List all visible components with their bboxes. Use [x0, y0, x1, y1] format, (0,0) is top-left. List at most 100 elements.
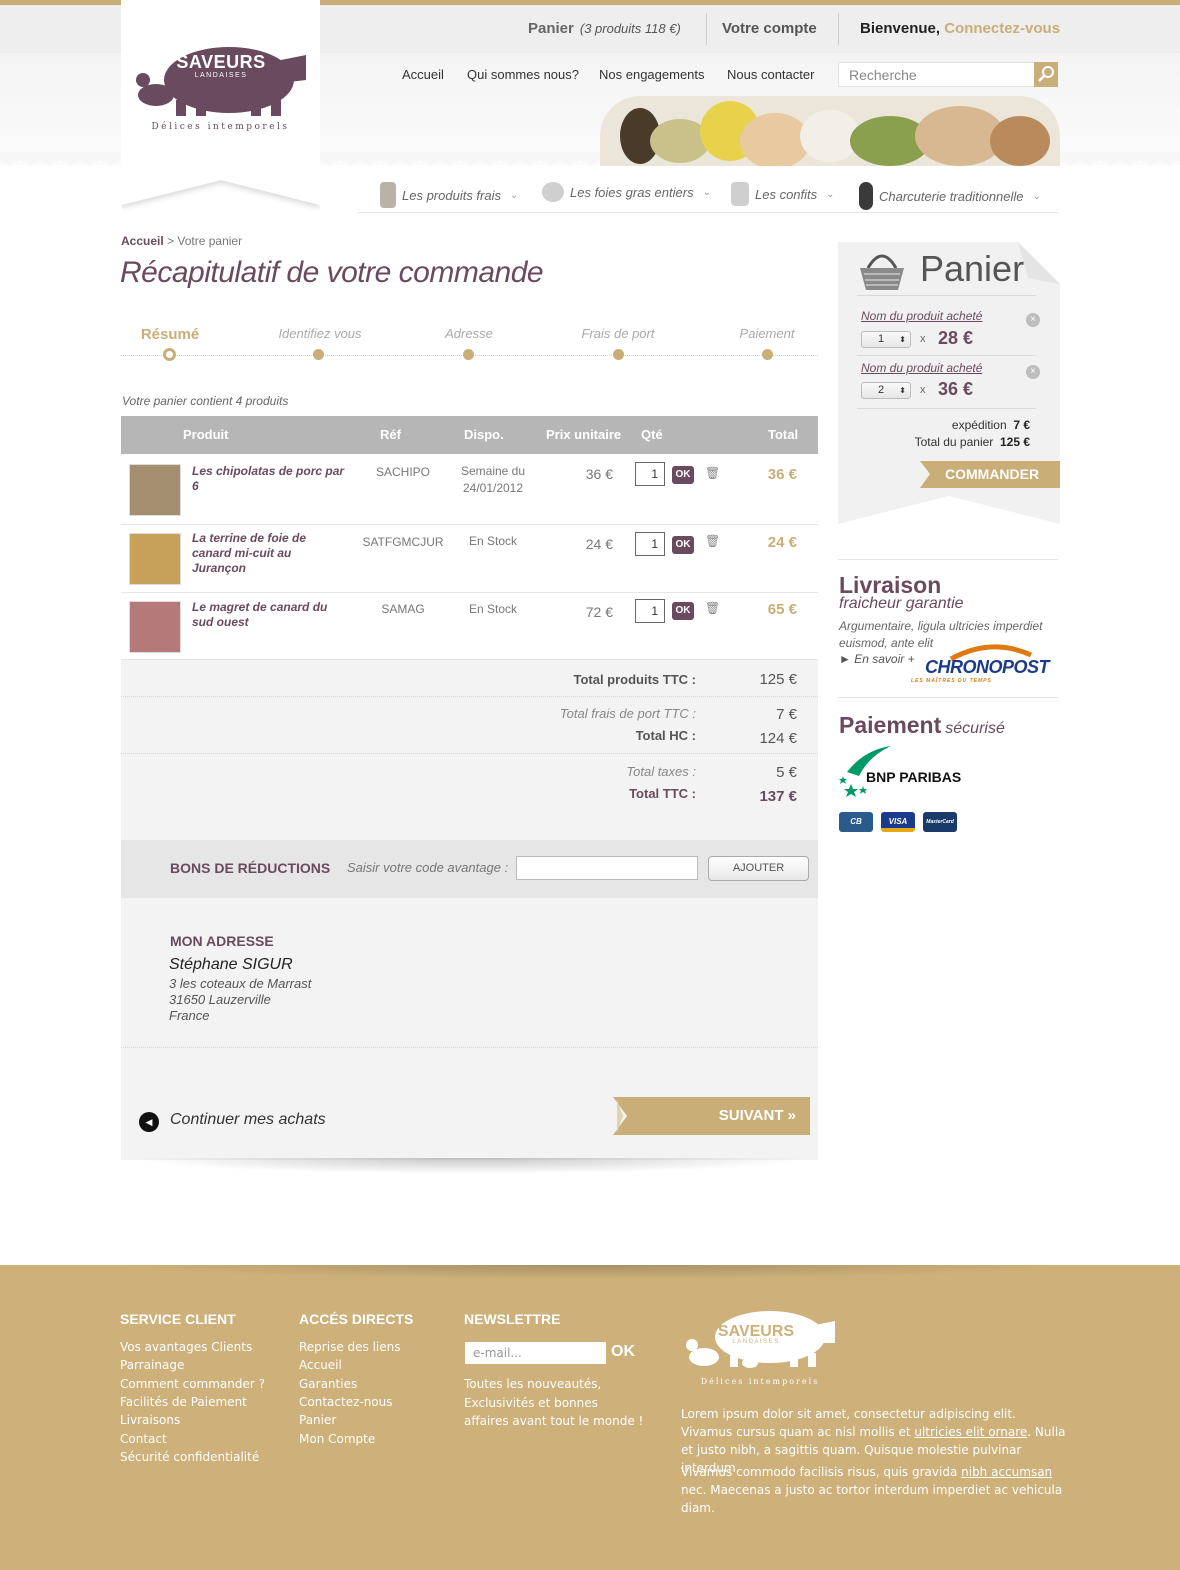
nav-nos-engagements[interactable]: Nos engagements [599, 67, 705, 82]
product-dispo: Semaine du 24/01/2012 [460, 464, 526, 495]
product-name[interactable]: La terrine de foie de canard mi-cuit au … [192, 531, 347, 576]
step-frais-de-port[interactable]: Frais de port [553, 326, 683, 341]
cart-item-name[interactable]: Nom du produit acheté [861, 361, 982, 375]
quantity-select[interactable]: 1 ⬍ [861, 331, 911, 348]
category-label: Charcuterie traditionnelle [879, 188, 1024, 204]
top-cart-link[interactable]: Panier (3 produits 118 €) [528, 20, 681, 37]
footer-link[interactable]: Mon Compte [299, 1432, 375, 1446]
total-taxes-value: 5 € [776, 764, 797, 781]
total-produits-label: Total produits TTC : [573, 672, 696, 687]
cart-item-price: 28 € [938, 328, 974, 348]
search-button[interactable] [1034, 62, 1058, 87]
back-arrow-icon[interactable]: ◀ [139, 1112, 159, 1132]
quantity-ok-button[interactable]: OK [672, 602, 694, 620]
cart-actions: ◀ Continuer mes achats SUIVANT » [121, 1048, 818, 1160]
step-paiement[interactable]: Paiement [702, 326, 832, 341]
quantity-select[interactable]: 2 ⬍ [861, 382, 911, 399]
col-ref: Réf [380, 427, 401, 442]
footer-link[interactable]: Comment commander ? [120, 1377, 265, 1391]
chronopost-text: CHRONOPOST [925, 657, 1050, 677]
add-promo-button[interactable]: AJOUTER [708, 856, 809, 881]
total-hc-label: Total HC : [635, 728, 696, 743]
footer-link[interactable]: Parrainage [120, 1358, 184, 1372]
cart-item-price: 36 € [938, 379, 974, 399]
category-charcuterie[interactable]: Charcuterie traditionnelle ⌄ [859, 182, 1041, 210]
table-row: La terrine de foie de canard mi-cuit au … [121, 525, 818, 593]
quantity-ok-button[interactable]: OK [672, 466, 694, 484]
product-total: 65 € [767, 601, 797, 618]
breadcrumb-current: > Votre panier [167, 234, 243, 248]
category-foies-gras[interactable]: Les foies gras entiers ⌄ [542, 182, 711, 202]
total-produits-value: 125 € [759, 671, 797, 688]
trash-icon[interactable]: 🗑 [705, 534, 720, 548]
chronopost-logo[interactable]: CHRONOPOST LES MAÎTRES DU TEMPS [911, 643, 1059, 687]
footer-link[interactable]: Panier [299, 1413, 336, 1427]
newsletter-ok-button[interactable]: OK [611, 1343, 635, 1361]
footer-link[interactable]: Reprise des liens [299, 1340, 401, 1354]
category-label: Les foies gras entiers [570, 184, 694, 200]
footer-link[interactable]: Sécurité confidentialité [120, 1450, 259, 1464]
can-icon [731, 182, 749, 206]
footer-text: nec. Maecenas a justo ac tortor interdum… [681, 1483, 1063, 1515]
total-hc-value: 124 € [759, 730, 797, 747]
step-dot-active [163, 348, 176, 361]
nav-qui-sommes-nous[interactable]: Qui sommes nous? [467, 67, 579, 82]
col-dispo: Dispo. [464, 427, 504, 442]
livraison-more-link[interactable]: ► En savoir + [839, 652, 915, 666]
footer-link[interactable]: Accueil [299, 1358, 342, 1372]
mastercard-icon: MasterCard [923, 812, 957, 832]
step-adresse[interactable]: Adresse [404, 326, 534, 341]
nav-accueil[interactable]: Accueil [402, 67, 444, 82]
product-name[interactable]: Le magret de canard du sud ouest [192, 600, 347, 630]
remove-item-icon[interactable]: × [1026, 365, 1040, 379]
footer-inline-link[interactable]: nibh accumsan [961, 1465, 1052, 1479]
quantity-ok-button[interactable]: OK [672, 536, 694, 554]
sidebar-cart-title: Panier [920, 248, 1025, 289]
footer-link[interactable]: Livraisons [120, 1413, 180, 1427]
nav-nous-contacter[interactable]: Nous contacter [727, 67, 814, 82]
category-confits[interactable]: Les confits ⌄ [731, 182, 835, 206]
cart-item-name[interactable]: Nom du produit acheté [861, 309, 982, 323]
newsletter-email-input[interactable]: e-mail... [465, 1342, 606, 1364]
quantity-input[interactable]: 1 [635, 462, 665, 486]
search-input[interactable]: Recherche [838, 62, 1035, 87]
breadcrumb-home[interactable]: Accueil [121, 234, 164, 248]
promo-code-input[interactable] [516, 856, 698, 880]
footer-link[interactable]: Vos avantages Clients [120, 1340, 252, 1354]
footer-link[interactable]: Contact [120, 1432, 167, 1446]
account-link[interactable]: Votre compte [722, 20, 817, 37]
remove-item-icon[interactable]: × [1026, 313, 1040, 327]
footer-link[interactable]: Garanties [299, 1377, 357, 1391]
address-country: France [169, 1008, 210, 1023]
order-button[interactable]: COMMANDER [920, 461, 1060, 488]
address-line1: 3 les coteaux de Marrast [169, 976, 312, 991]
next-button[interactable]: SUIVANT » [613, 1097, 810, 1135]
table-row: Les chipolatas de porc par 6 SACHIPO Sem… [121, 454, 818, 525]
trash-icon[interactable]: 🗑 [705, 601, 720, 615]
step-identifiez[interactable]: Identifiez vous [255, 326, 385, 341]
step-resume[interactable]: Résumé [105, 326, 235, 343]
product-thumbnail[interactable] [129, 601, 181, 653]
divider [838, 559, 1058, 560]
trash-icon[interactable]: 🗑 [705, 466, 720, 480]
logo-tagline: Délices intemporels [151, 122, 290, 132]
chevron-down-icon: ⌄ [510, 189, 519, 201]
footer-link[interactable]: Contactez-nous [299, 1395, 393, 1409]
livraison-subtitle: fraicheur garantie [839, 595, 964, 612]
col-produit: Produit [183, 427, 229, 442]
product-name[interactable]: Les chipolatas de porc par 6 [192, 464, 347, 494]
connect-link[interactable]: Connectez-vous [944, 20, 1060, 37]
logo-banner[interactable]: SAVEURS LANDAISES Délices intemporels [121, 0, 320, 205]
category-nav-divider [358, 212, 1058, 213]
chronopost-tagline: LES MAÎTRES DU TEMPS [911, 678, 992, 684]
continue-shopping-link[interactable]: Continuer mes achats [170, 1111, 326, 1129]
footer-inline-link[interactable]: ultricies elit ornare [914, 1425, 1027, 1439]
product-thumbnail[interactable] [129, 533, 181, 585]
product-thumbnail[interactable] [129, 464, 181, 516]
category-produits-frais[interactable]: Les produits frais ⌄ [380, 182, 518, 208]
quantity-input[interactable]: 1 [635, 532, 665, 556]
footer-link[interactable]: Facilités de Paiement [120, 1395, 247, 1409]
step-dot [613, 349, 624, 360]
address-title: MON ADRESSE [170, 933, 274, 949]
quantity-input[interactable]: 1 [635, 599, 665, 623]
